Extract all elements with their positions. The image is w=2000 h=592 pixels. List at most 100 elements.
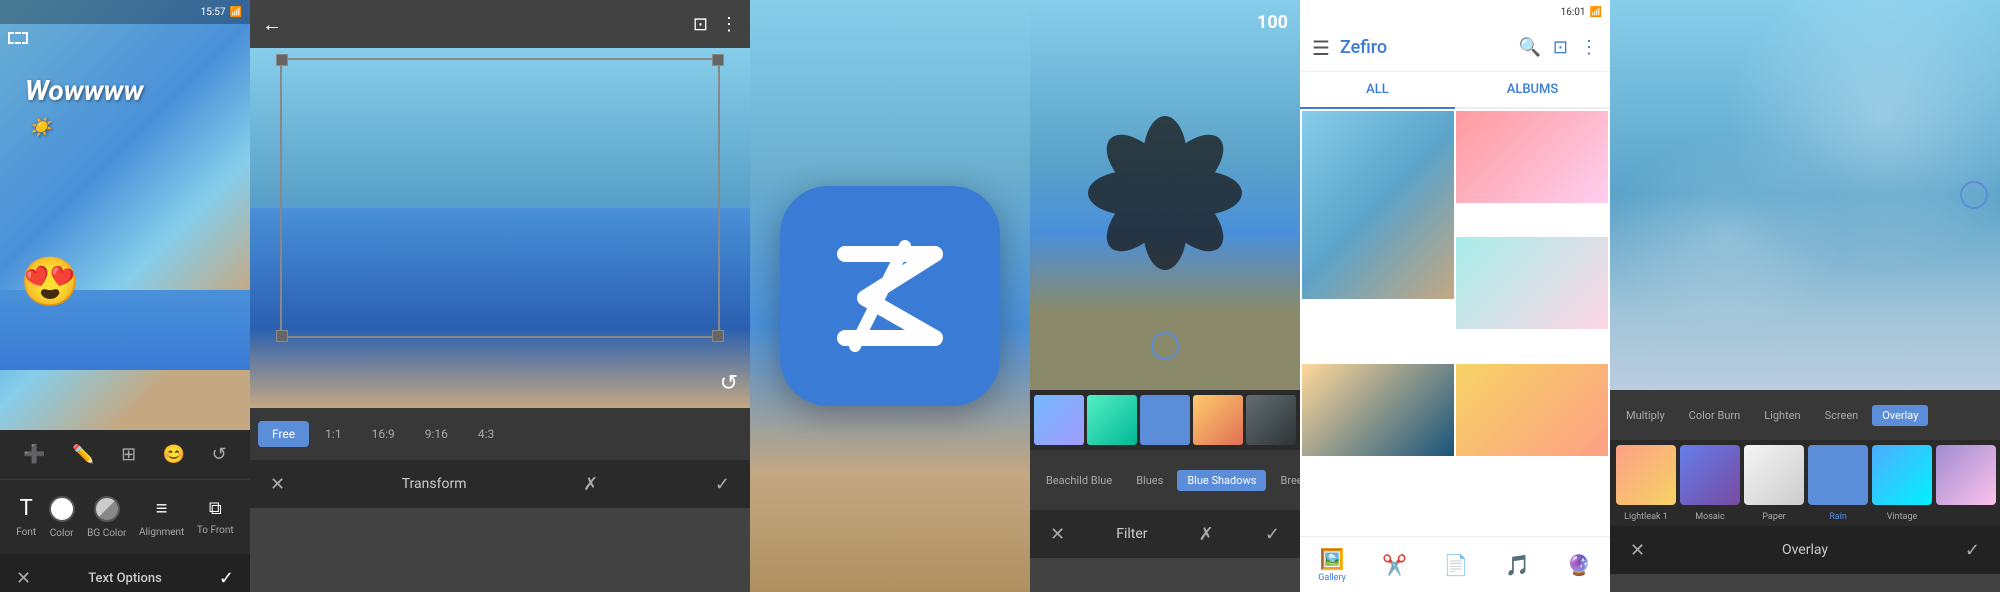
- blend-multiply[interactable]: Multiply: [1616, 405, 1675, 426]
- alignment-tool[interactable]: ≡ Alignment: [139, 496, 184, 538]
- gallery-thumb-5[interactable]: [1456, 364, 1608, 456]
- blend-lighten[interactable]: Lighten: [1754, 405, 1810, 426]
- ratio-4-3[interactable]: 4:3: [464, 421, 508, 447]
- corner-handle-tr[interactable]: [712, 54, 724, 66]
- close-button-5[interactable]: ✕: [1630, 540, 1645, 561]
- overlay-thumb-paper[interactable]: [1744, 445, 1804, 505]
- filter-thumb-1[interactable]: [1034, 395, 1084, 445]
- nav-gallery[interactable]: 🖼️ Gallery: [1318, 547, 1346, 583]
- photo-area-2[interactable]: ↺: [250, 48, 750, 408]
- wowww-text[interactable]: Wowwww☀️: [25, 74, 143, 140]
- nav-music[interactable]: 🎵: [1505, 553, 1530, 577]
- alignment-label: Alignment: [139, 527, 184, 538]
- to-front-label: To Front: [197, 525, 234, 536]
- gallery-thumb-2[interactable]: [1456, 111, 1608, 203]
- hamburger-icon[interactable]: ☰: [1312, 36, 1330, 60]
- overlay-thumb-vintage[interactable]: [1872, 445, 1932, 505]
- undo-icon[interactable]: ↺: [212, 444, 227, 465]
- font-label: Font: [16, 527, 36, 538]
- font-tool[interactable]: T Font: [16, 496, 36, 538]
- color-label: Color: [50, 528, 74, 539]
- color-tool[interactable]: Color: [49, 496, 75, 539]
- cancel-button-2[interactable]: ✗: [583, 474, 598, 495]
- filter-thumb-5[interactable]: [1246, 395, 1296, 445]
- filter-label: Filter: [1116, 526, 1147, 542]
- cancel-button-3[interactable]: ✗: [1199, 524, 1214, 545]
- gallery-thumb-1[interactable]: [1302, 111, 1454, 299]
- overlay-thumb-rain[interactable]: [1808, 445, 1868, 505]
- cast-icon[interactable]: ⊡: [693, 14, 708, 35]
- bottom-toolbar-1: ➕ ✏️ ⊞ 😊 ↺ T Font Color BG Color ≡ Align…: [0, 430, 250, 592]
- blend-color-burn[interactable]: Color Burn: [1679, 405, 1751, 426]
- blend-screen[interactable]: Screen: [1815, 405, 1869, 426]
- ratio-9-16[interactable]: 9:16: [411, 421, 462, 447]
- close-button-1[interactable]: ✕: [16, 568, 31, 589]
- close-button-3[interactable]: ✕: [1050, 524, 1065, 545]
- corner-handle-bl[interactable]: [276, 330, 288, 342]
- overlay-thumb-lightleak[interactable]: [1616, 445, 1676, 505]
- confirm-button-5[interactable]: ✓: [1965, 540, 1980, 561]
- blend-overlay[interactable]: Overlay: [1872, 405, 1928, 426]
- overlay-label-2: Mosaic: [1680, 512, 1740, 522]
- status-time-4: 16:01: [1561, 7, 1586, 18]
- close-button-2[interactable]: ✕: [270, 474, 285, 495]
- undo-button-2[interactable]: ↺: [720, 371, 738, 396]
- bottom-action-3: ✕ Filter ✗ ✓: [1030, 510, 1300, 558]
- top-bar-right: ⊡ ⋮: [693, 14, 738, 35]
- overlay-circle-indicator[interactable]: [1960, 181, 1988, 209]
- ratio-free[interactable]: Free: [258, 421, 309, 447]
- overlay-label-1: Lightleak 1: [1616, 512, 1676, 522]
- confirm-button-2[interactable]: ✓: [715, 474, 730, 495]
- confirm-button-3[interactable]: ✓: [1265, 524, 1280, 545]
- logo-background: [780, 186, 1000, 406]
- overlay-thumb-mosaic[interactable]: [1680, 445, 1740, 505]
- overlay-label-5: Vintage: [1872, 512, 1932, 522]
- zefiro-logo-svg: [810, 216, 970, 376]
- filter-breeze[interactable]: Breeze: [1270, 470, 1300, 491]
- filter-thumb-3[interactable]: [1140, 395, 1190, 445]
- confirm-button-1[interactable]: ✓: [219, 568, 234, 589]
- cast-icon-4[interactable]: ⊡: [1553, 37, 1568, 58]
- ratio-16-9[interactable]: 16:9: [358, 421, 409, 447]
- overlay-label-4: Rain: [1808, 512, 1868, 522]
- add-icon[interactable]: ➕: [23, 444, 45, 465]
- top-bar-left: ←: [262, 12, 282, 37]
- ratio-1-1[interactable]: 1:1: [311, 421, 355, 447]
- more-icon-4[interactable]: ⋮: [1580, 37, 1598, 58]
- filter-beachild-blue[interactable]: Beachild Blue: [1036, 470, 1122, 491]
- overlay-thumb-labels: Lightleak 1 Mosaic Paper Rain Vintage: [1610, 510, 2000, 526]
- search-icon[interactable]: 🔍: [1518, 37, 1540, 58]
- gallery-thumb-4[interactable]: [1302, 364, 1454, 456]
- filter-circle-indicator[interactable]: [1151, 332, 1179, 360]
- filter-thumb-4[interactable]: [1193, 395, 1243, 445]
- scissors-icon: ✂️: [1382, 553, 1407, 577]
- grid-icon[interactable]: ⊞: [121, 444, 136, 465]
- nav-effects[interactable]: 🔮: [1567, 553, 1592, 577]
- tab-all[interactable]: ALL: [1300, 72, 1455, 107]
- nav-doc[interactable]: 📄: [1444, 553, 1469, 577]
- to-front-tool[interactable]: ⧉ To Front: [197, 498, 234, 536]
- status-bar-4: 16:01 📶: [1300, 0, 1610, 24]
- sticker-icon[interactable]: 😊: [163, 444, 185, 465]
- filter-blues[interactable]: Blues: [1126, 470, 1173, 491]
- panel-filter: 100 Beachild Blue Blues Blue Shadows Bre…: [1030, 0, 1300, 592]
- gallery-nav-label: Gallery: [1318, 573, 1346, 583]
- tab-albums[interactable]: ALBUMS: [1455, 72, 1610, 107]
- overlay-thumb-extra[interactable]: [1936, 445, 1996, 505]
- more-icon[interactable]: ⋮: [720, 14, 738, 35]
- filter-blue-shadows[interactable]: Blue Shadows: [1177, 470, 1266, 491]
- toolbar-icons-row: ➕ ✏️ ⊞ 😊 ↺: [0, 430, 250, 480]
- corner-handle-br[interactable]: [712, 330, 724, 342]
- bg-color-tool[interactable]: BG Color: [87, 496, 126, 539]
- action-bar-1: ✕ Text Options ✓: [0, 554, 250, 592]
- nav-scissors[interactable]: ✂️: [1382, 553, 1407, 577]
- heart-eyes-emoji[interactable]: 😍: [20, 253, 80, 310]
- photo-area-3: 100: [1030, 0, 1300, 390]
- filter-thumb-2[interactable]: [1087, 395, 1137, 445]
- back-button[interactable]: ←: [262, 12, 282, 37]
- gallery-thumb-3[interactable]: [1456, 237, 1608, 329]
- corner-handle-tl[interactable]: [276, 54, 288, 66]
- text-selection-border: Wowwww☀️: [8, 32, 28, 44]
- edit-icon[interactable]: ✏️: [72, 444, 94, 465]
- center-logo-area: [750, 0, 1030, 592]
